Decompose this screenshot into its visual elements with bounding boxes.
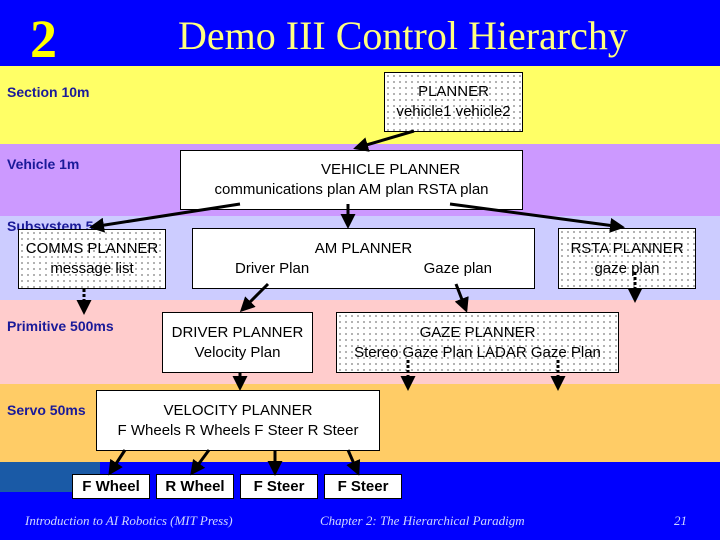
level-label-section: Section 10m [7,84,90,100]
node-comms-planner: COMMS PLANNER message list [18,229,166,289]
node-am-planner: AM PLANNER Driver Plan Gaze plan [192,228,535,289]
node-vehicle-planner: VEHICLE PLANNER communications plan AM p… [180,150,523,210]
node-actuator-f-wheel: F Wheel [72,474,150,499]
node-velocity-planner: VELOCITY PLANNER F Wheels R Wheels F Ste… [96,390,380,451]
slide-title: Demo III Control Hierarchy [178,13,628,58]
node-gaze-planner: GAZE PLANNER Stereo Gaze Plan LADAR Gaze… [336,312,619,373]
node-velocity-planner-detail: F Wheels R Wheels F Steer R Steer [117,421,359,439]
node-am-planner-driver-plan: Driver Plan [235,259,310,277]
node-gaze-planner-detail: Stereo Gaze Plan LADAR Gaze Plan [354,343,601,361]
node-driver-planner-title: DRIVER PLANNER [171,323,304,341]
band-section [0,66,720,144]
node-driver-planner-detail: Velocity Plan [194,343,281,361]
footer-book-title: Introduction to AI Robotics (MIT Press) [25,513,233,528]
footer-chapter: Chapter 2: The Hierarchical Paradigm [320,513,525,528]
node-actuator-f-steer: F Steer [240,474,318,499]
node-comms-planner-detail: message list [50,260,134,277]
node-planner: PLANNER vehicle1 vehicle2 [384,72,523,132]
chapter-number: 2 [30,9,57,69]
level-label-primitive: Primitive 500ms [7,318,114,334]
node-comms-planner-title: COMMS PLANNER [25,240,159,257]
node-actuator-r-wheel: R Wheel [156,474,234,499]
node-am-planner-title: AM PLANNER [314,239,413,257]
node-driver-planner: DRIVER PLANNER Velocity Plan [162,312,313,373]
level-label-vehicle: Vehicle 1m [7,156,80,172]
node-actuator-f-steer-2: F Steer [324,474,402,499]
level-label-servo: Servo 50ms [7,402,86,418]
node-gaze-planner-title: GAZE PLANNER [419,323,536,341]
node-planner-title: PLANNER [418,83,489,100]
node-vehicle-planner-title: VEHICLE PLANNER [321,161,461,178]
node-am-planner-gaze-plan: Gaze plan [423,259,492,277]
node-planner-detail: vehicle1 vehicle2 [396,103,511,120]
node-vehicle-planner-detail: communications plan AM plan RSTA plan [214,181,489,198]
node-velocity-planner-title: VELOCITY PLANNER [163,401,313,419]
node-rsta-planner: RSTA PLANNER gaze plan [558,228,696,289]
footer-page-number: 21 [674,513,687,528]
node-rsta-planner-detail: gaze plan [594,259,660,277]
node-rsta-planner-title: RSTA PLANNER [570,239,684,257]
